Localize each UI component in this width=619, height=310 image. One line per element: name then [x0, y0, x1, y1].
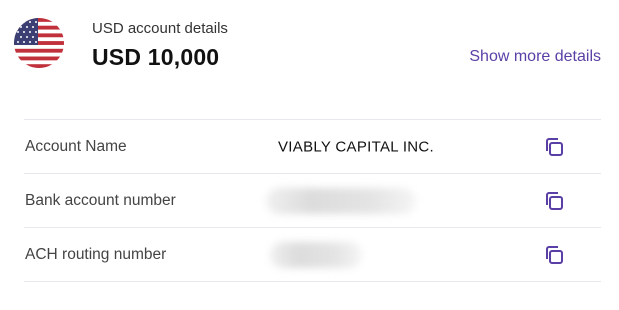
row-label: Bank account number — [25, 191, 176, 209]
copy-icon[interactable] — [543, 136, 565, 158]
usd-account-card: USD account details USD 10,000 Show more… — [0, 0, 619, 310]
redacted-bank-account-number — [266, 187, 416, 214]
account-name-value: VIABLY CAPITAL INC. — [278, 138, 435, 155]
show-more-details-link[interactable]: Show more details — [469, 48, 601, 66]
account-details-table: Account Name VIABLY CAPITAL INC. Bank ac… — [24, 119, 601, 282]
copy-icon[interactable] — [543, 244, 565, 266]
account-name-row: Account Name VIABLY CAPITAL INC. — [24, 119, 601, 173]
account-title: USD account details — [92, 20, 228, 37]
copy-icon[interactable] — [543, 190, 565, 212]
bank-account-number-row: Bank account number — [24, 173, 601, 227]
ach-routing-number-row: ACH routing number — [24, 227, 601, 282]
account-balance: USD 10,000 — [92, 44, 220, 70]
row-label: ACH routing number — [25, 245, 167, 263]
us-flag-icon — [14, 18, 64, 68]
row-label: Account Name — [25, 137, 127, 155]
redacted-ach-routing-number — [270, 241, 362, 268]
